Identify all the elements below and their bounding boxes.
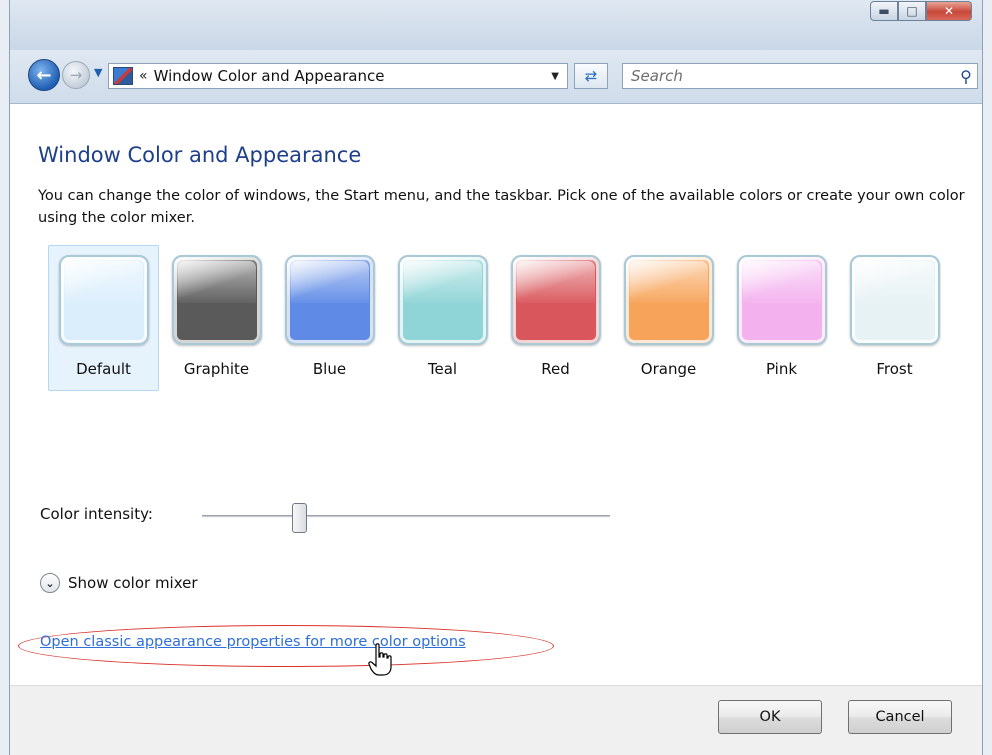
refresh-button[interactable]: ⇄ [574,63,608,89]
swatch-label: Red [541,360,570,378]
swatch-teal[interactable]: Teal [387,245,498,391]
swatch-orange[interactable]: Orange [613,245,724,391]
address-text[interactable]: Window Color and Appearance [154,67,385,85]
search-icon[interactable]: ⚲ [955,67,977,86]
caption-buttons: ▬ □ ✕ [870,1,972,21]
forward-button[interactable]: → [62,61,90,89]
title-bar: ▬ □ ✕ [10,0,982,50]
swatch-label: Graphite [183,360,250,378]
window-frame-left [0,0,10,755]
refresh-icon: ⇄ [584,67,598,85]
minimize-button[interactable]: ▬ [870,1,898,21]
close-icon: ✕ [943,4,955,18]
swatch-tile[interactable] [284,255,375,345]
control-panel-icon [113,67,133,85]
swatch-default[interactable]: Default [48,245,159,391]
back-arrow-icon: ← [36,64,52,86]
swatch-tile[interactable] [510,255,601,345]
window-frame-right [982,0,992,755]
swatch-tile[interactable] [849,255,940,345]
swatch-blue[interactable]: Blue [274,245,385,391]
swatch-label: Orange [640,360,697,378]
page-description: You can change the color of windows, the… [38,188,965,226]
navigation-bar: ← → ▼ « Window Color and Appearance ▼ ⇄ … [10,50,982,104]
close-button[interactable]: ✕ [926,1,972,21]
swatch-frost[interactable]: Frost [839,245,950,391]
address-chevron[interactable]: « [139,68,148,84]
main-content: Window Color and Appearance You can chan… [10,105,982,685]
swatch-label: Default [76,360,131,378]
swatch-label: Pink [765,360,798,378]
swatch-label: Blue [312,360,347,378]
swatch-label: Teal [427,360,458,378]
ok-button[interactable]: OK [718,700,822,734]
minimize-icon: ▬ [878,4,890,18]
swatch-tile[interactable] [171,255,262,345]
show-color-mixer-label[interactable]: Show color mixer [68,574,198,592]
swatch-tile[interactable] [397,255,488,345]
swatch-tile[interactable] [58,255,149,345]
search-box[interactable]: ⚲ [622,63,978,89]
back-button[interactable]: ← [28,59,60,91]
search-input[interactable] [631,65,955,87]
maximize-icon: □ [906,4,918,18]
page-title: Window Color and Appearance [38,143,362,167]
cancel-button[interactable]: Cancel [848,700,952,734]
maximize-button[interactable]: □ [898,1,926,21]
color-intensity-label: Color intensity: [40,505,153,523]
address-bar[interactable]: « Window Color and Appearance ▼ [108,63,568,89]
classic-appearance-link[interactable]: Open classic appearance properties for m… [40,634,466,650]
recent-pages-dropdown[interactable]: ▼ [94,66,102,79]
hand-cursor-icon [368,643,392,676]
swatch-red[interactable]: Red [500,245,611,391]
forward-arrow-icon: → [69,66,83,84]
swatch-graphite[interactable]: Graphite [161,245,272,391]
swatch-pink[interactable]: Pink [726,245,837,391]
color-intensity-slider-track[interactable] [202,515,610,518]
swatch-tile[interactable] [623,255,714,345]
show-color-mixer-toggle[interactable]: ⌄ Show color mixer [40,573,198,593]
color-swatches: Default Graphite Blue Teal Red Orange Pi… [48,245,952,391]
address-dropdown-icon[interactable]: ▼ [551,71,559,82]
swatch-label: Frost [876,360,913,378]
chevron-down-icon[interactable]: ⌄ [40,573,60,593]
color-intensity-slider-thumb[interactable] [292,503,308,533]
dialog-footer: OK Cancel [10,685,982,755]
swatch-tile[interactable] [736,255,827,345]
